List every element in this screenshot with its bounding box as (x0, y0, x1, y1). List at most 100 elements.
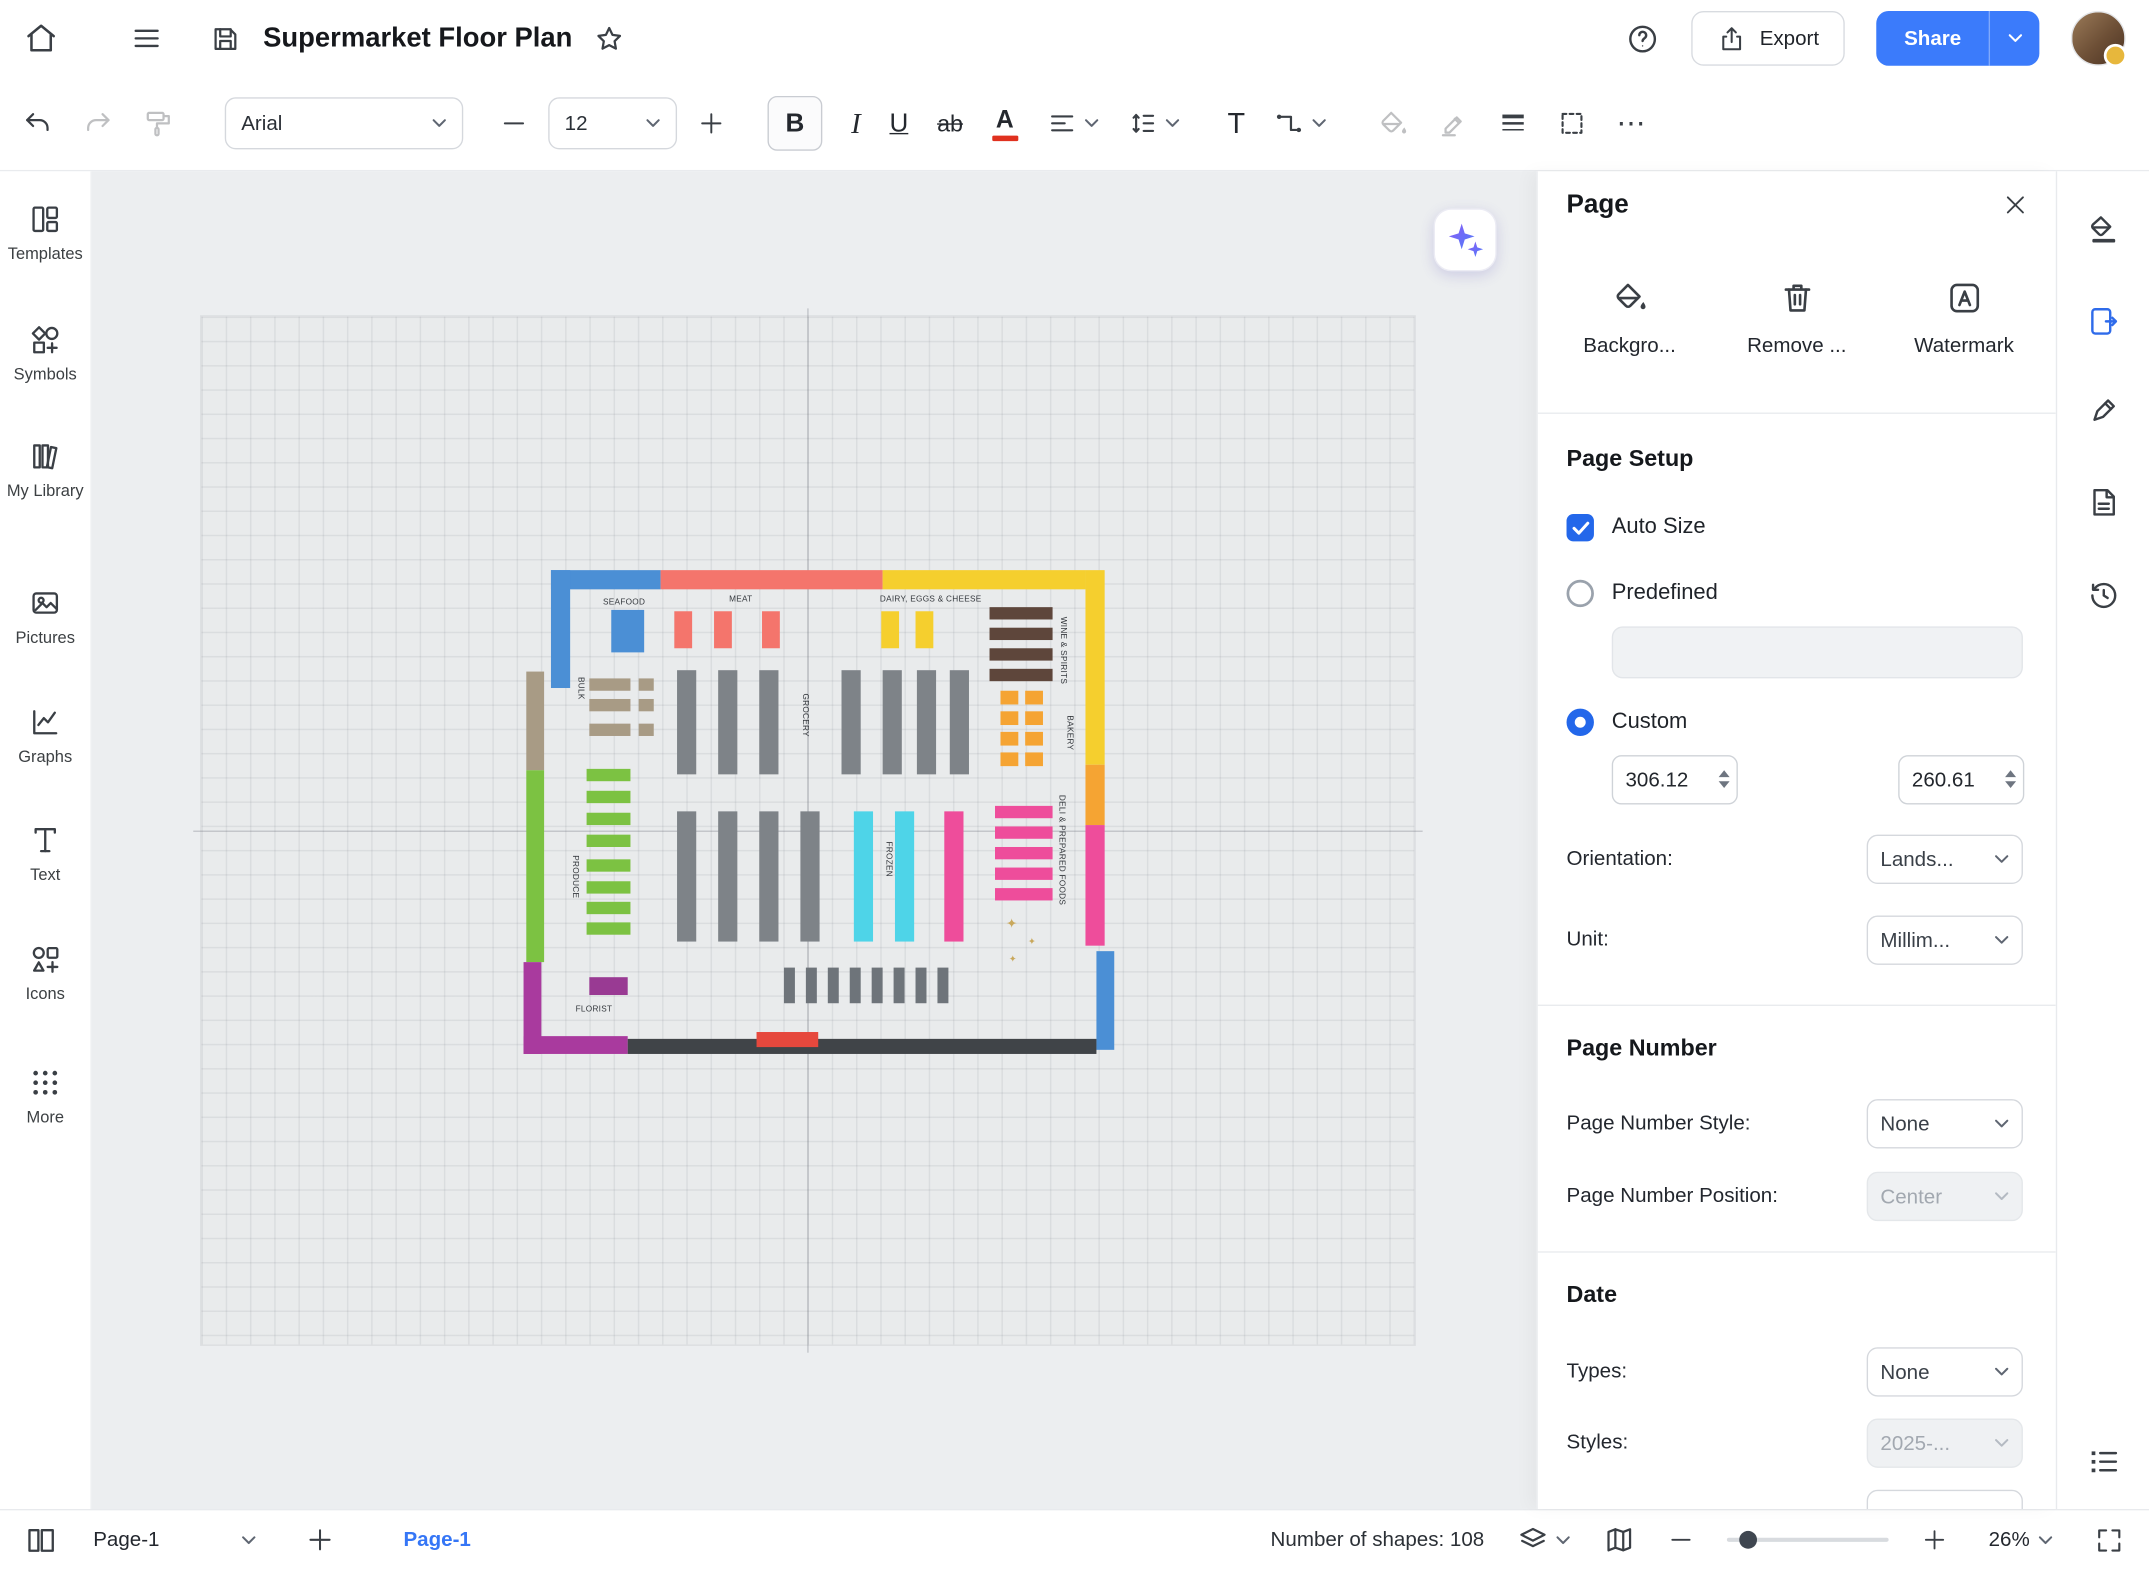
floorplan-shape[interactable] (883, 670, 902, 774)
floorplan-shape[interactable] (944, 811, 963, 941)
underline-button[interactable]: U (889, 110, 908, 136)
date-styles-select[interactable]: 2025-... (1867, 1419, 2023, 1468)
background-button[interactable]: Backgro... (1549, 278, 1711, 359)
layers-button[interactable] (1517, 1524, 1570, 1556)
floorplan-shape[interactable] (526, 672, 544, 771)
watermark-button[interactable]: Watermark (1883, 278, 2045, 359)
floorplan-label[interactable]: MEAT (729, 596, 752, 604)
floorplan-shape[interactable] (1025, 711, 1043, 725)
custom-option[interactable]: Custom (1567, 709, 1688, 736)
user-avatar[interactable] (2071, 11, 2126, 66)
floorplan-shape[interactable] (611, 610, 644, 652)
save-button[interactable] (210, 23, 242, 55)
export-button[interactable]: Export (1691, 11, 1845, 66)
sidebar-item-my-library[interactable]: My Library (0, 440, 90, 501)
add-page-button[interactable] (306, 1525, 335, 1554)
sidebar-item-symbols[interactable]: Symbols (0, 323, 90, 384)
fill-style-tool[interactable] (2086, 212, 2120, 246)
sidebar-item-templates[interactable]: Templates (0, 203, 90, 264)
floorplan-shape[interactable] (714, 611, 732, 648)
auto-size-option[interactable]: Auto Size (1567, 514, 1706, 541)
floorplan-shape[interactable] (990, 628, 1053, 640)
history-tool[interactable] (2086, 578, 2120, 612)
floorplan-shape[interactable] (842, 670, 861, 774)
floorplan-label[interactable]: BAKERY (1065, 715, 1073, 750)
floorplan-shape[interactable] (995, 868, 1053, 880)
increase-font-size-button[interactable] (698, 110, 725, 137)
floorplan-shape[interactable] (587, 859, 631, 871)
navigator-button[interactable] (1603, 1524, 1635, 1556)
floorplan-shape[interactable] (995, 806, 1053, 818)
floorplan-shape[interactable] (990, 648, 1053, 660)
floorplan-shape[interactable] (995, 888, 1053, 900)
home-button[interactable] (23, 21, 59, 57)
zoom-slider[interactable] (1727, 1538, 1889, 1542)
floorplan-shape[interactable] (587, 791, 631, 803)
floorplan-shape[interactable] (1000, 752, 1018, 766)
floorplan-shape[interactable] (759, 811, 778, 941)
floorplan-shape[interactable] (990, 607, 1053, 619)
zoom-in-button[interactable] (1921, 1527, 1947, 1553)
floorplan-shape[interactable] (718, 670, 737, 774)
floorplan-shape[interactable] (718, 811, 737, 941)
floorplan[interactable]: SEAFOODMEATDAIRY, EGGS & CHEESEBULKGROCE… (524, 570, 1116, 1058)
highlighter-button[interactable] (1438, 108, 1470, 140)
floorplan-shape[interactable] (524, 1036, 628, 1054)
floorplan-label[interactable]: PRODUCE (570, 855, 578, 898)
zoom-out-button[interactable] (1668, 1527, 1694, 1553)
sidebar-item-graphs[interactable]: Graphs (0, 706, 90, 767)
floorplan-shape[interactable] (894, 968, 905, 1004)
floorplan-shape[interactable] (881, 611, 899, 648)
fill-color-button[interactable] (1378, 108, 1410, 140)
decrease-font-size-button[interactable] (500, 110, 527, 137)
date-types-select[interactable]: None (1867, 1347, 2023, 1396)
floorplan-shape[interactable] (917, 670, 936, 774)
floorplan-label[interactable]: FLORIST (576, 1006, 613, 1014)
floorplan-shape[interactable] (587, 881, 631, 893)
page-select-dropdown[interactable]: Page-1 (85, 1527, 265, 1553)
text-tool-button[interactable]: T (1228, 109, 1246, 138)
zoom-level-select[interactable]: 26% (1980, 1527, 2061, 1553)
page-number-style-select[interactable]: None (1867, 1099, 2023, 1148)
predefined-option[interactable]: Predefined (1567, 580, 1718, 607)
floorplan-label[interactable]: DELI & PREPARED FOODS (1057, 795, 1065, 905)
floorplan-shape[interactable] (995, 826, 1053, 838)
more-tools-button[interactable]: ⋯ (1617, 106, 1647, 140)
floorplan-shape[interactable] (995, 847, 1053, 859)
floorplan-shape[interactable] (759, 670, 778, 774)
floorplan-shape[interactable] (757, 1032, 819, 1047)
clipped-select[interactable] (1867, 1490, 2023, 1509)
floorplan-label[interactable]: WINE & SPIRITS (1058, 617, 1066, 684)
floorplan-shape[interactable] (677, 670, 696, 774)
floorplan-shape[interactable] (850, 968, 861, 1004)
help-button[interactable] (1625, 21, 1659, 55)
floorplan-shape[interactable] (1025, 752, 1043, 766)
floorplan-shape[interactable] (895, 811, 914, 941)
floorplan-shape[interactable] (587, 835, 631, 847)
share-dropdown[interactable] (1990, 33, 2039, 44)
floorplan-shape[interactable] (1085, 765, 1104, 825)
floorplan-label[interactable]: SEAFOOD (603, 599, 645, 607)
sidebar-item-more[interactable]: More (0, 1066, 90, 1127)
floorplan-shape[interactable] (784, 968, 795, 1004)
floorplan-shape[interactable] (1025, 691, 1043, 705)
floorplan-shape[interactable] (762, 611, 780, 648)
floorplan-shape[interactable] (551, 570, 570, 688)
height-spinner[interactable] (2005, 770, 2016, 788)
floorplan-label[interactable]: GROCERY (800, 693, 808, 736)
canvas-area[interactable]: SEAFOODMEATDAIRY, EGGS & CHEESEBULKGROCE… (92, 171, 1537, 1509)
floorplan-shape[interactable] (587, 813, 631, 825)
floorplan-shape[interactable] (674, 611, 692, 648)
font-family-select[interactable]: Arial (225, 97, 463, 149)
floorplan-shape[interactable] (1096, 951, 1114, 1050)
floorplan-shape[interactable] (854, 811, 873, 941)
strikethrough-button[interactable]: ab (937, 112, 963, 135)
font-size-select[interactable]: 12 (548, 97, 677, 149)
main-menu-button[interactable] (130, 22, 163, 55)
floorplan-shape[interactable] (639, 699, 654, 711)
floorplan-label[interactable]: ✦ (1006, 918, 1018, 932)
floorplan-shape[interactable] (677, 811, 696, 941)
page-setup-tool[interactable] (2086, 304, 2120, 338)
format-painter-button[interactable] (143, 108, 175, 140)
zoom-slider-knob[interactable] (1739, 1531, 1757, 1549)
